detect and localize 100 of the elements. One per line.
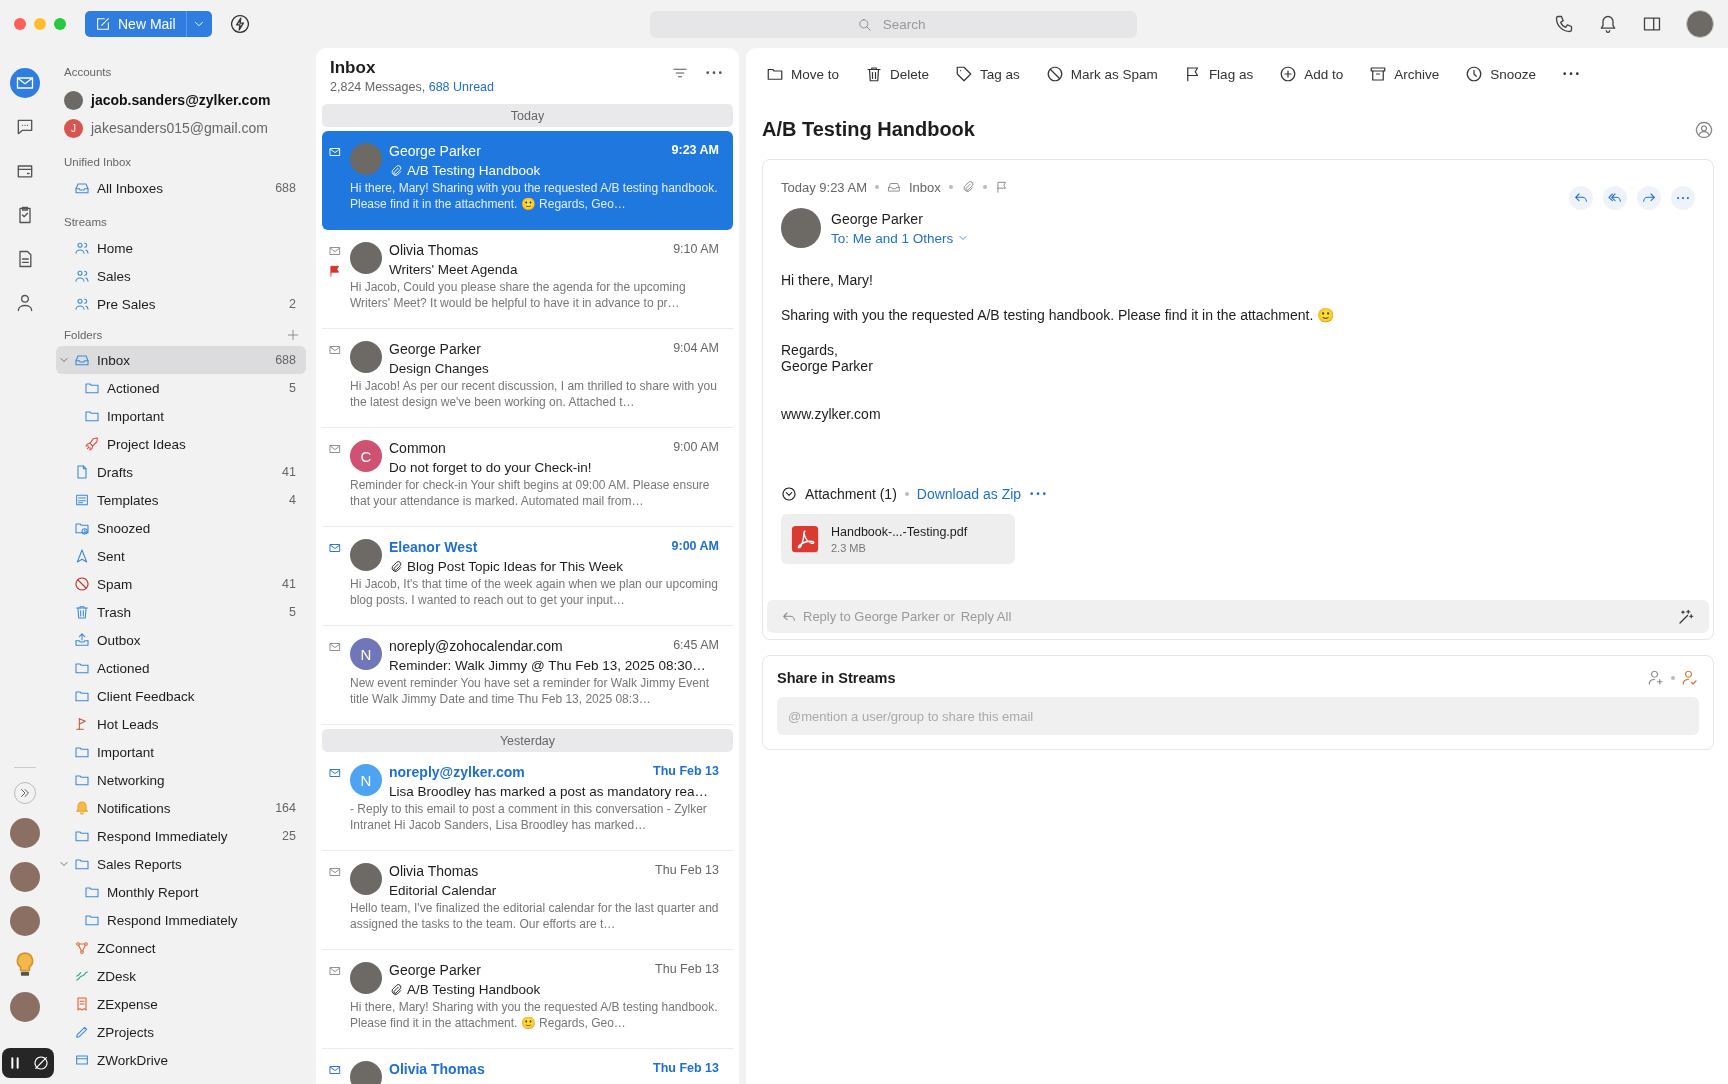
avatar[interactable]: [10, 992, 40, 1022]
folder-item[interactable]: Respond Immediately 25: [56, 822, 306, 850]
folder-item[interactable]: Notifications 164: [56, 794, 306, 822]
more-icon[interactable]: [705, 70, 723, 76]
message-item[interactable]: George Parker 9:04 AM Design Changes Hi Jacob! As per our recent discussion, I am thrilled to share with you the latest design we've been working on. Attached t…: [322, 329, 733, 428]
folder-item[interactable]: ZWorkDrive: [56, 1046, 306, 1074]
list-title: Inbox: [330, 58, 377, 78]
search-field[interactable]: Search: [649, 10, 1137, 38]
account-item[interactable]: J jakesanders015@gmail.com: [56, 114, 306, 142]
account-item[interactable]: jacob.sanders@zylker.com: [56, 86, 306, 114]
folder-item[interactable]: Client Feedback: [56, 682, 306, 710]
message-item[interactable]: George Parker Thu Feb 13 A/B Testing Handbook Hi there, Mary! Sharing with you the requested A/B testing handbook. Please find it in the attachment. 🙂 Regards, Geo…: [322, 950, 733, 1049]
mention-field[interactable]: @mention a user/group to share this email: [777, 697, 1699, 735]
folder-item[interactable]: ZDesk: [56, 962, 306, 990]
message-item[interactable]: Olivia Thomas Thu Feb 13: [322, 1049, 733, 1084]
profile-avatar[interactable]: [1686, 10, 1714, 38]
person-plus-icon[interactable]: [1647, 669, 1665, 687]
body-text: Hi there, Mary!: [781, 272, 874, 288]
folder-item[interactable]: Monthly Report: [56, 878, 306, 906]
message-time: 9:04 AM: [673, 341, 719, 357]
trash-icon: [74, 604, 90, 620]
avatar[interactable]: [10, 862, 40, 892]
folder-item[interactable]: Actioned 5: [56, 374, 306, 402]
list-icon: [74, 492, 90, 508]
folder-item[interactable]: Networking: [56, 766, 306, 794]
nav-button[interactable]: [10, 68, 40, 98]
message-item[interactable]: N noreply@zohocalendar.com 6:45 AM Reminder: Walk Jimmy @ Thu Feb 13, 2025 08:30… New event reminder You have set a reminder for Walk Jimmy Event title Walk Jimmy Date and time Thu Feb 13, 2025 08:3…: [322, 626, 733, 725]
message-item[interactable]: C Common 9:00 AM Do not forget to do your Check-in! Reminder for check-in Your shift begins at 09:00 AM. Please ensure that your attendance is marked. Automated mail from…: [322, 428, 733, 527]
person-check-icon[interactable]: [1681, 669, 1699, 687]
reply-all-button[interactable]: [1603, 186, 1627, 210]
attachment-heading: Attachment (1): [805, 486, 897, 502]
folder-item[interactable]: Sales Reports: [56, 850, 306, 878]
phone-icon[interactable]: [1554, 14, 1574, 34]
folder-item[interactable]: Sent: [56, 542, 306, 570]
collapse-chevron-icon[interactable]: [781, 486, 797, 502]
person-icon: [15, 293, 35, 313]
section-heading: Folders: [64, 329, 103, 341]
toolbar-button[interactable]: Snooze: [1465, 65, 1536, 83]
sparkle-wand-icon[interactable]: [1677, 607, 1695, 626]
folder-item[interactable]: Trash 5: [56, 598, 306, 626]
toolbar-button[interactable]: Archive: [1369, 65, 1440, 83]
dropdown-button[interactable]: [185, 11, 212, 37]
folder-item[interactable]: Important: [56, 738, 306, 766]
toolbar-button[interactable]: Tag as: [955, 65, 1020, 83]
folder-item[interactable]: Respond Immediately: [56, 906, 306, 934]
toolbar-button[interactable]: Delete: [865, 65, 930, 83]
message-item[interactable]: Olivia Thomas Thu Feb 13 Editorial Calendar Hello team, I've finalized the editorial calendar for the last quarter and assigned the tasks to the team. Our efforts are t…: [322, 851, 733, 950]
recipients-dropdown[interactable]: To: Me and 1 Others: [831, 230, 970, 246]
download-zip-link[interactable]: Download as Zip: [916, 486, 1022, 502]
more-icon[interactable]: [1562, 71, 1580, 77]
folder-item[interactable]: ZConnect: [56, 934, 306, 962]
toolbar-button[interactable]: Move to: [766, 65, 840, 83]
folder-item[interactable]: Spam 41: [56, 570, 306, 598]
toolbar-button[interactable]: Flag as: [1183, 65, 1254, 83]
folder-item[interactable]: Home: [56, 234, 306, 262]
message-time: 9:23 AM: [671, 143, 719, 159]
prohibited-icon: [74, 576, 90, 592]
folder-item[interactable]: Actioned: [56, 654, 306, 682]
lightning-icon: [229, 14, 250, 34]
archive-box-icon: [1369, 65, 1388, 83]
message-time: Thu Feb 13: [655, 863, 719, 879]
folder-item[interactable]: Hot Leads: [56, 710, 306, 738]
close-window-button[interactable]: [14, 18, 26, 30]
message-preview: Hi Jacob! As per our recent discussion, I am thrilled to share with you the latest design we've been working on. Attached t…: [350, 378, 718, 410]
folder-item[interactable]: Project Ideas: [56, 430, 306, 458]
folder-item[interactable]: ZProjects: [56, 1018, 306, 1046]
folder-item[interactable]: Snoozed: [56, 514, 306, 542]
lightning-button[interactable]: [229, 14, 250, 34]
message-item[interactable]: Eleanor West 9:00 AM Blog Post Topic Ideas for This Week Hi Jacob, It's that time of the week again when we plan our upcoming blog posts. I wanted to reach out to get your input…: [322, 527, 733, 626]
message-item[interactable]: Olivia Thomas 9:10 AM Writers' Meet Agenda Hi Jacob, Could you please share the agenda for the upcoming Writers' Meet? It would be helpful to have it in advance to pr…: [322, 230, 733, 329]
folder-icon: [74, 660, 90, 676]
avatar[interactable]: [10, 906, 40, 936]
toolbar-button[interactable]: Add to: [1279, 65, 1344, 83]
folder-item[interactable]: ZExpense: [56, 990, 306, 1018]
folder-item[interactable]: All Inboxes 688: [56, 174, 306, 202]
file-name: Handbook-...-Testing.pdf: [831, 524, 968, 539]
folder-item[interactable]: Important: [56, 402, 306, 430]
unread-count-link[interactable]: 688 Unread: [428, 80, 494, 94]
bell-icon[interactable]: [1598, 14, 1618, 34]
folder-item[interactable]: Inbox 688: [56, 346, 306, 374]
sender-name: George Parker: [389, 341, 481, 357]
share-title: Share in Streams: [777, 670, 897, 686]
message-item[interactable]: George Parker 9:23 AM A/B Testing Handbook Hi there, Mary! Sharing with you the requested A/B testing handbook. Please find it in the attachment. 🙂 Regards, Geo…: [322, 131, 733, 230]
folder-item[interactable]: Sales: [56, 262, 306, 290]
folder-icon: [74, 744, 90, 760]
drive-icon: [74, 1052, 90, 1068]
folder-item[interactable]: Outbox: [56, 626, 306, 654]
folder-item[interactable]: Pre Sales 2: [56, 290, 306, 318]
reply-button[interactable]: [1569, 186, 1593, 210]
folder-item[interactable]: Drafts 41: [56, 458, 306, 486]
message-subject: A/B Testing Handbook: [407, 982, 541, 997]
folder-item[interactable]: Templates 4: [56, 486, 306, 514]
flag-icon[interactable]: [994, 180, 1009, 194]
new-mail-button[interactable]: New Mail: [85, 11, 186, 37]
attachment-file[interactable]: Handbook-...-Testing.pdf 2.3 MB: [781, 514, 1015, 564]
avatar: [781, 208, 821, 248]
avatar[interactable]: [10, 818, 40, 848]
toolbar-button[interactable]: Mark as Spam: [1045, 65, 1158, 83]
forward-button[interactable]: [1637, 186, 1661, 210]
person-settings-icon[interactable]: [1694, 119, 1714, 140]
